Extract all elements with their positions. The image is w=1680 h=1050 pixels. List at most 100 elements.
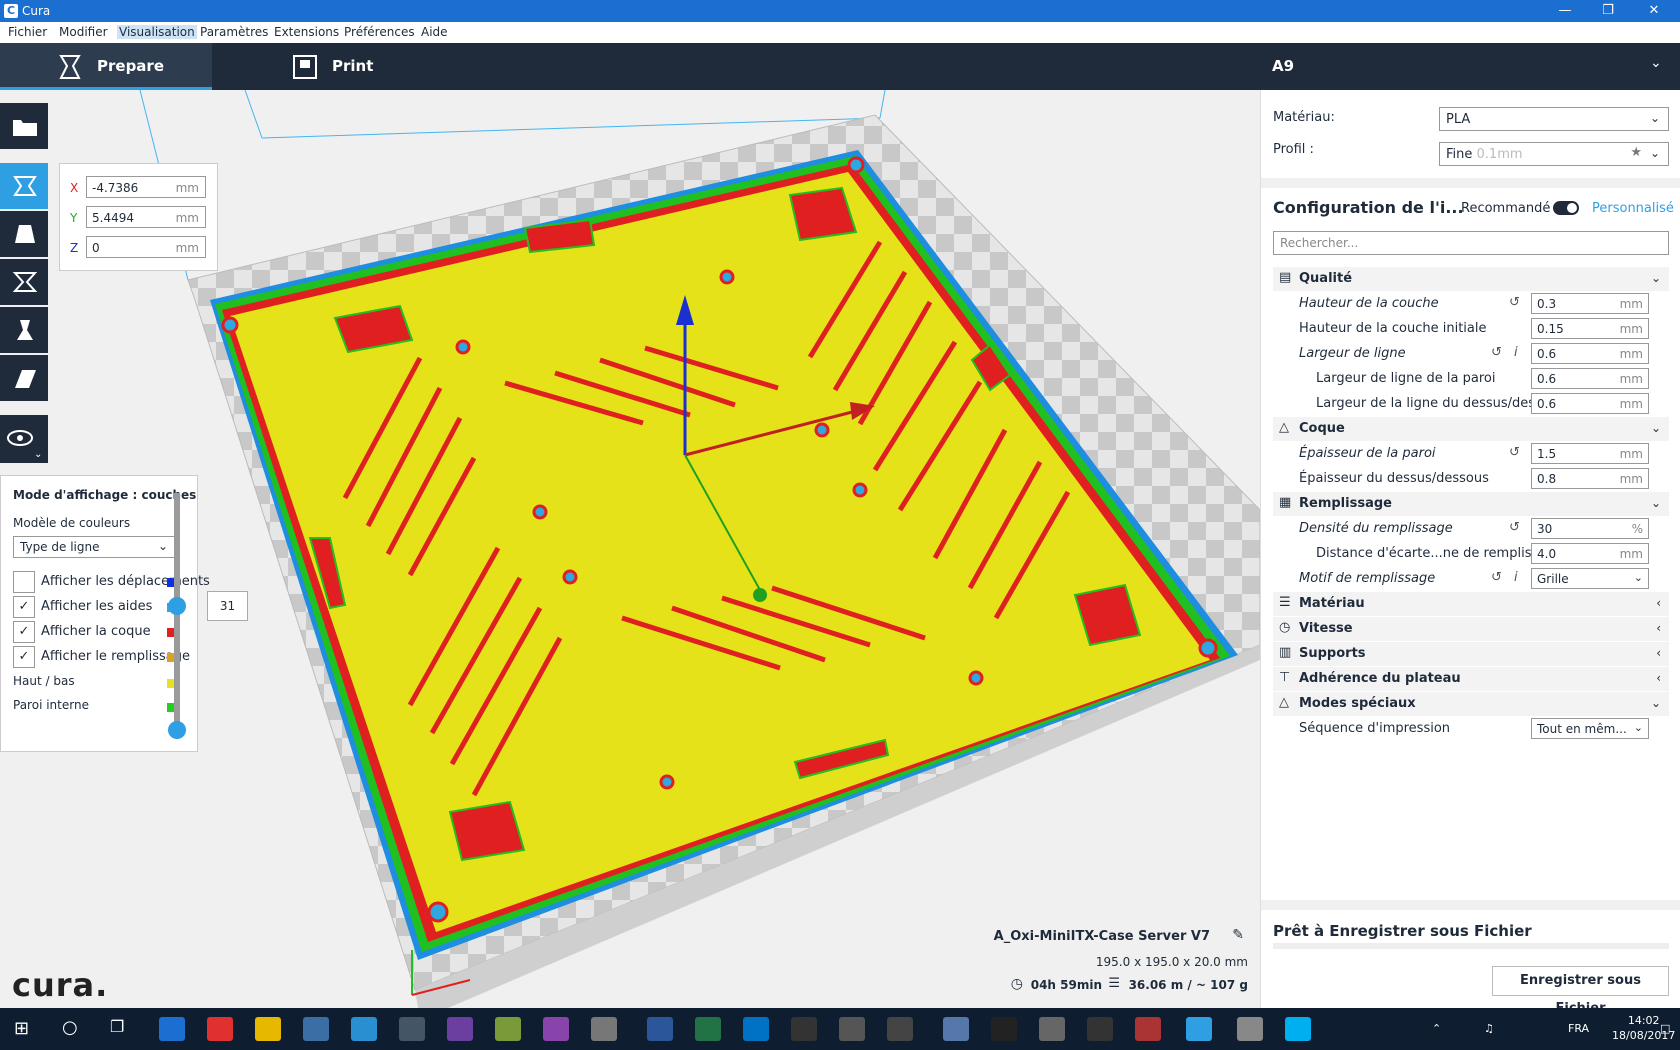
cura-taskbar-icon[interactable] (1186, 1017, 1212, 1041)
volume-icon[interactable]: ♫ (1484, 1022, 1494, 1035)
skype-icon[interactable] (1285, 1017, 1311, 1041)
reset-icon[interactable]: ↺ (1509, 445, 1520, 460)
move-tool-button[interactable] (0, 163, 48, 209)
mode-toggle[interactable] (1553, 201, 1579, 215)
menu-extensions[interactable]: Extensions (272, 25, 341, 39)
category-speed[interactable]: ◷ Vitesse ‹ (1273, 617, 1669, 641)
menu-aide[interactable]: Aide (419, 25, 450, 39)
minimize-button[interactable]: — (1545, 2, 1585, 20)
info-icon[interactable]: i (1514, 570, 1518, 585)
calculator-icon[interactable] (887, 1017, 913, 1041)
task-view-icon[interactable]: ❐ (110, 1017, 124, 1036)
network-app-icon[interactable] (943, 1017, 969, 1041)
layer-slider-lower-handle[interactable] (168, 721, 186, 739)
menu-modifier[interactable]: Modifier (57, 25, 110, 39)
category-material[interactable]: ☰ Matériau ‹ (1273, 592, 1669, 616)
menu-parametres[interactable]: Paramètres (198, 25, 270, 39)
star-icon[interactable]: ★ (1630, 145, 1642, 160)
initial-layer-input[interactable]: 0.15 mm (1531, 318, 1649, 339)
layer-height-input[interactable]: 0.3 mm (1531, 293, 1649, 314)
show-infill-checkbox[interactable]: ✓ (13, 646, 35, 668)
z-position-input[interactable]: 0 mm (86, 236, 206, 258)
y-axis-label: Y (70, 211, 78, 225)
language-indicator[interactable]: FRA (1568, 1022, 1589, 1035)
menu-visualisation[interactable]: Visualisation (117, 25, 197, 39)
infill-pattern-select[interactable]: Grille ⌄ (1531, 568, 1649, 589)
y-position-input[interactable]: 5.4494 mm (86, 206, 206, 228)
unity-icon[interactable] (1087, 1017, 1113, 1041)
maximize-button[interactable]: ❐ (1588, 2, 1628, 20)
category-quality[interactable]: ▤ Qualité ⌄ (1273, 267, 1669, 291)
notepad-icon[interactable] (495, 1017, 521, 1041)
mirror-tool-button[interactable] (0, 307, 48, 353)
category-infill[interactable]: ▦ Remplissage ⌄ (1273, 492, 1669, 516)
tab-print[interactable]: Print (212, 43, 424, 90)
print-sequence-select[interactable]: Tout en mêm... ⌄ (1531, 718, 1649, 739)
show-helpers-checkbox[interactable]: ✓ (13, 596, 35, 618)
reset-icon[interactable]: ↺ (1509, 295, 1520, 310)
view-mode-button[interactable]: ⌄ (0, 415, 48, 463)
category-special-modes[interactable]: △ Modes spéciaux ⌄ (1273, 692, 1669, 716)
line-width-input[interactable]: 0.6 mm (1531, 343, 1649, 364)
windows-start-icon[interactable]: ⊞ (14, 1018, 29, 1039)
security-icon[interactable] (399, 1017, 425, 1041)
reset-icon[interactable]: ↺ (1491, 345, 1502, 360)
edit-pencil-icon[interactable]: ✎ (1232, 927, 1244, 943)
material-select[interactable]: PLA ⌄ (1439, 107, 1669, 131)
category-shell[interactable]: △ Coque ⌄ (1273, 417, 1669, 441)
profile-select[interactable]: Fine 0.1mm ★ ⌄ (1439, 142, 1669, 166)
file-explorer-icon[interactable] (255, 1017, 281, 1041)
layer-slider-upper-handle[interactable] (168, 597, 186, 615)
notifications-icon[interactable]: □ (1660, 1022, 1670, 1035)
equalizer-icon[interactable] (1135, 1017, 1161, 1041)
tools-icon[interactable] (591, 1017, 617, 1041)
store-icon[interactable] (303, 1017, 329, 1041)
wall-thickness-input[interactable]: 1.5 mm (1531, 443, 1649, 464)
menu-fichier[interactable]: Fichier (6, 25, 49, 39)
infill-density-input[interactable]: 30% (1531, 518, 1649, 539)
custom-label[interactable]: Personnalisé (1592, 201, 1674, 216)
display-app-icon[interactable] (839, 1017, 865, 1041)
wall-line-width-input[interactable]: 0.6 mm (1531, 368, 1649, 389)
infinity-app-icon[interactable] (543, 1017, 569, 1041)
battery-app-icon[interactable] (991, 1017, 1017, 1041)
tab-prepare[interactable]: Prepare (0, 43, 212, 90)
chevron-up-icon[interactable]: ⌃ (1432, 1022, 1441, 1035)
rotate-tool-button[interactable] (0, 259, 48, 305)
menu-preferences[interactable]: Préférences (342, 25, 417, 39)
infill-distance-input[interactable]: 4.0 mm (1531, 543, 1649, 564)
visual-studio-icon[interactable] (447, 1017, 473, 1041)
excel-icon[interactable] (695, 1017, 721, 1041)
photo-app-icon[interactable] (1039, 1017, 1065, 1041)
current-layer-input[interactable]: 31 (207, 591, 248, 621)
outlook-icon[interactable] (743, 1017, 769, 1041)
category-adhesion[interactable]: ⊤ Adhérence du plateau ‹ (1273, 667, 1669, 691)
chevron-down-icon[interactable]: ⌄ (1650, 55, 1662, 71)
per-model-settings-button[interactable] (0, 355, 48, 401)
steam-icon[interactable] (791, 1017, 817, 1041)
open-file-button[interactable] (0, 103, 48, 149)
reset-icon[interactable]: ↺ (1491, 570, 1502, 585)
info-icon[interactable]: i (1514, 345, 1518, 360)
word-icon[interactable] (647, 1017, 673, 1041)
close-button[interactable]: ✕ (1634, 2, 1674, 20)
printer-selector[interactable]: A9 (1272, 57, 1294, 75)
keypass-icon[interactable] (351, 1017, 377, 1041)
window-app-icon[interactable] (1237, 1017, 1263, 1041)
save-to-file-button[interactable]: Enregistrer sous Fichier (1492, 966, 1669, 1016)
reset-icon[interactable]: ↺ (1509, 520, 1520, 535)
material-usage: 36.06 m / ~ 107 g (1128, 978, 1248, 992)
topbottom-line-width-input[interactable]: 0.6 mm (1531, 393, 1649, 414)
show-travels-checkbox[interactable] (13, 571, 35, 593)
color-model-select[interactable]: Type de ligne ⌄ (13, 536, 175, 558)
search-icon[interactable]: ○ (62, 1017, 78, 1038)
vivaldi-icon[interactable] (207, 1017, 233, 1041)
edge-icon[interactable] (159, 1017, 185, 1041)
recommended-label[interactable]: Recommandé (1461, 201, 1550, 216)
show-shell-checkbox[interactable]: ✓ (13, 621, 35, 643)
settings-search-input[interactable]: Rechercher... (1273, 231, 1669, 255)
scale-tool-button[interactable] (0, 211, 48, 257)
category-supports[interactable]: ▥ Supports ‹ (1273, 642, 1669, 666)
x-position-input[interactable]: -4.7386 mm (86, 176, 206, 198)
topbottom-thickness-input[interactable]: 0.8 mm (1531, 468, 1649, 489)
